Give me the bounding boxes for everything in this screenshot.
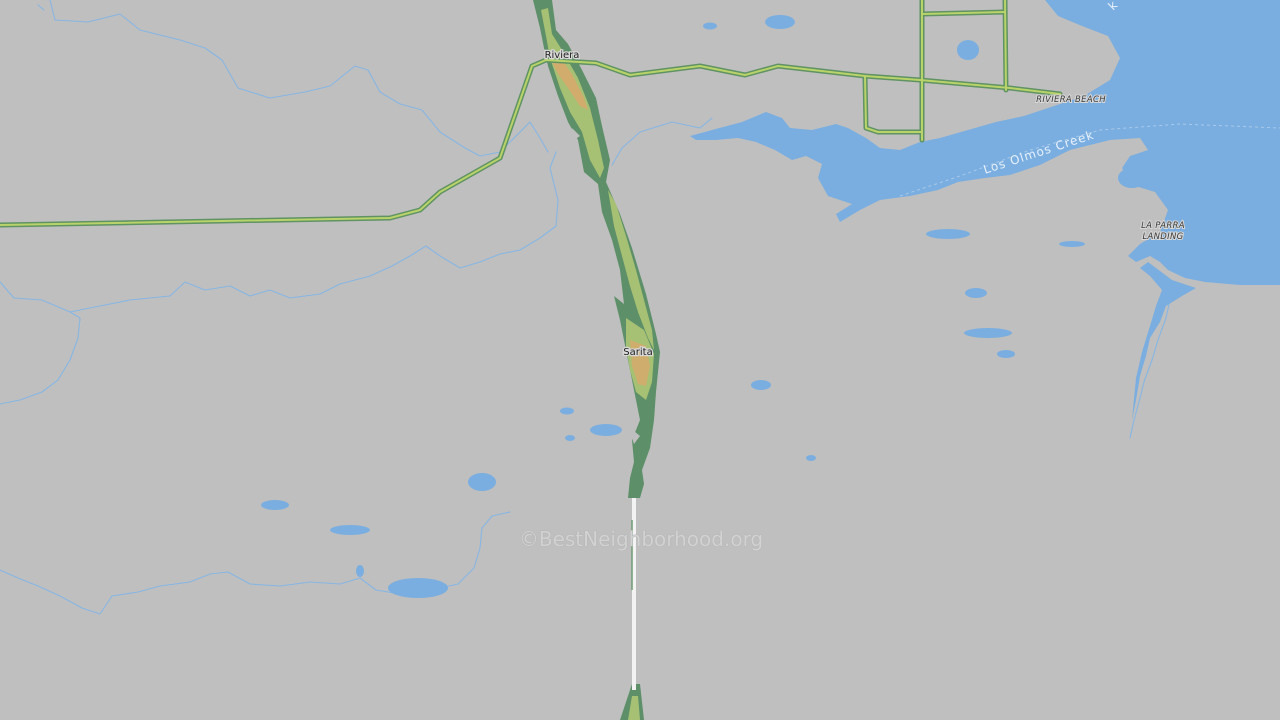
watermark: ©BestNeighborhood.org	[519, 527, 763, 551]
lake-14	[468, 473, 496, 491]
map-canvas[interactable]: Riviera Sarita RIVIERA BEACH LA PARRA LA…	[0, 0, 1280, 720]
lake-16	[330, 525, 370, 535]
lake-9	[751, 380, 771, 390]
place-label-sarita[interactable]: Sarita	[622, 346, 654, 360]
lake-10	[560, 407, 574, 415]
area-label-la-parra-landing-1: LA PARRA	[1141, 221, 1185, 231]
lake-12	[565, 435, 575, 441]
lake-20	[1210, 82, 1246, 102]
lake-2	[703, 22, 717, 30]
road-grid-v2	[1004, 0, 1007, 91]
place-label-riviera[interactable]: Riviera	[543, 49, 580, 63]
lake-1	[765, 15, 795, 29]
lake-18	[356, 565, 364, 577]
area-label-riviera-beach: RIVIERA BEACH	[1036, 95, 1106, 105]
lake-15	[261, 500, 289, 510]
lake-3	[957, 40, 979, 60]
lake-8	[997, 350, 1015, 358]
lake-19	[1118, 168, 1146, 188]
lake-5	[1059, 241, 1085, 247]
area-label-la-parra-landing-2: LANDING	[1142, 232, 1183, 242]
lake-4	[926, 229, 970, 239]
lake-17	[388, 578, 448, 598]
lake-13	[806, 455, 816, 461]
lake-6	[965, 288, 987, 298]
lake-11	[590, 424, 622, 436]
lake-7	[964, 328, 1012, 338]
